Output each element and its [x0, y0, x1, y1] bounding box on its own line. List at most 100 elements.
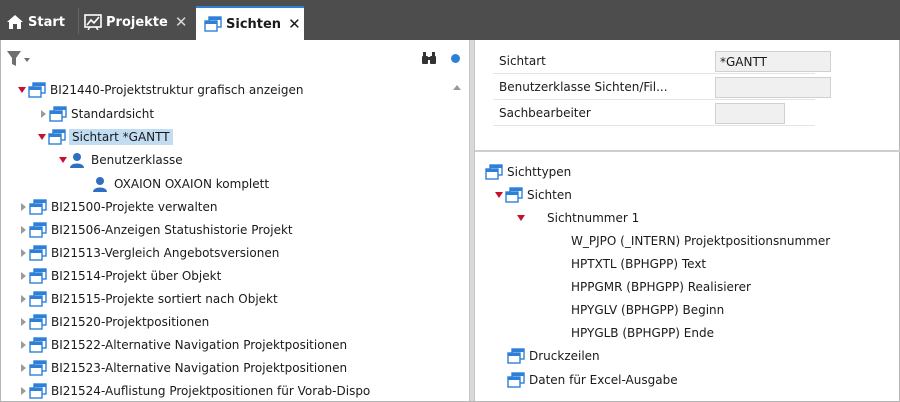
benutzerklasse-field[interactable] [715, 77, 831, 98]
tree-node-view[interactable]: BI21523-Alternative Navigation Projektpo… [20, 358, 347, 378]
user-icon [93, 177, 107, 192]
filter-icon[interactable] [6, 49, 32, 69]
tree-node-view[interactable]: BI21515-Projekte sortiert nach Objekt [20, 289, 278, 309]
expand-arrow-icon[interactable] [517, 215, 525, 221]
close-icon[interactable]: ✕ [175, 13, 188, 31]
property-row-benutzerklasse: Benutzerklasse Sichten/Fil... [493, 76, 831, 100]
close-icon[interactable]: ✕ [288, 15, 301, 33]
status-dot-icon[interactable] [451, 54, 460, 63]
view-icon [507, 348, 525, 364]
property-label: Benutzerklasse Sichten/Fil... [499, 80, 668, 94]
main-frame: BI21440-Projektstruktur grafisch anzeige… [0, 40, 900, 402]
collapse-arrow-icon[interactable] [21, 364, 26, 372]
struct-field-item[interactable]: W_PJPO (_INTERN) Projektpositionsnummer [571, 231, 830, 251]
collapse-arrow-icon[interactable] [21, 203, 26, 211]
view-icon [485, 164, 503, 180]
struct-node-label: Druckzeilen [529, 349, 600, 363]
tree-node-label: BI21515-Projekte sortiert nach Objekt [51, 292, 278, 306]
binoculars-icon[interactable] [421, 50, 437, 66]
view-icon [507, 372, 525, 388]
tree-node-view[interactable]: BI21520-Projektpositionen [20, 312, 209, 332]
tab-start-label: Start [28, 14, 65, 30]
collapse-arrow-icon[interactable] [21, 249, 26, 257]
tree-node-oxaion[interactable]: OXAION OXAION komplett [92, 174, 269, 194]
collapse-arrow-icon[interactable] [21, 295, 26, 303]
tree-node-view[interactable]: BI21524-Auflistung Projektpositionen für… [20, 381, 370, 400]
tree-node-view[interactable]: BI21514-Projekt über Objekt [20, 266, 221, 286]
scroll-up-arrow-icon[interactable] [453, 85, 461, 90]
tree-node-label-selected: Sichtart *GANTT [69, 129, 173, 145]
view-icon [505, 187, 523, 203]
tree-node-label: BI21513-Vergleich Angebotsversionen [51, 246, 280, 260]
tree-node-standardsicht[interactable]: Standardsicht [40, 104, 154, 124]
tab-sichten-label: Sichten [226, 16, 282, 32]
tree-node-label: Benutzerklasse [91, 153, 183, 167]
property-label: Sachbearbeiter [499, 106, 591, 120]
view-icon [49, 106, 67, 122]
expand-arrow-icon[interactable] [18, 87, 26, 93]
struct-field-label: HPPGMR (BPHGPP) Realisierer [571, 280, 751, 294]
tree-node-view[interactable]: BI21513-Vergleich Angebotsversionen [20, 243, 279, 263]
struct-node-label: Sichttypen [507, 165, 572, 179]
tree-node-view[interactable]: BI21522-Alternative Navigation Projektpo… [20, 335, 347, 355]
collapse-arrow-icon[interactable] [41, 110, 46, 118]
detail-pane: Sichtart *GANTT Benutzerklasse Sichten/F… [475, 40, 900, 401]
collapse-arrow-icon[interactable] [21, 387, 26, 395]
struct-field-label: HPTXTL (BPHGPP) Text [571, 257, 707, 271]
struct-node-label: Daten für Excel-Ausgabe [529, 373, 678, 387]
tree-node-benutzerklasse[interactable]: Benutzerklasse [59, 150, 183, 170]
collapse-arrow-icon[interactable] [21, 226, 26, 234]
user-icon [70, 153, 84, 168]
collapse-arrow-icon[interactable] [21, 318, 26, 326]
expand-arrow-icon[interactable] [495, 192, 503, 198]
sichtart-field[interactable]: *GANTT [715, 51, 831, 72]
tree-node-label: BI21524-Auflistung Projektpositionen für… [51, 384, 371, 398]
property-row-sichtart: Sichtart *GANTT [493, 50, 831, 74]
tab-start[interactable]: Start [6, 4, 65, 40]
tree-node-root[interactable]: BI21440-Projektstruktur grafisch anzeige… [18, 80, 304, 100]
struct-node-sichttypen[interactable]: Sichttypen [485, 162, 571, 182]
view-icon [29, 383, 47, 399]
tree-node-view[interactable]: BI21500-Projekte verwalten [20, 197, 218, 217]
home-icon [7, 15, 23, 29]
tree-node-label: BI21523-Alternative Navigation Projektpo… [51, 361, 348, 375]
tree-node-label: BI21520-Projektpositionen [51, 315, 210, 329]
view-icon [29, 222, 47, 238]
view-icon [29, 360, 47, 376]
tab-projekte-label: Projekte [106, 14, 168, 30]
sachbearbeiter-field[interactable] [715, 103, 785, 124]
struct-node-excel[interactable]: Daten für Excel-Ausgabe [507, 370, 678, 390]
tab-bar: Start Projekte ✕ Sichten ✕ [0, 0, 900, 40]
expand-arrow-icon[interactable] [59, 157, 67, 163]
struct-node-sichtnummer[interactable]: Sichtnummer 1 [517, 208, 639, 228]
struct-node-sichten[interactable]: Sichten [495, 185, 572, 205]
view-icon [29, 337, 47, 353]
tree-node-label: BI21500-Projekte verwalten [51, 200, 218, 214]
expand-arrow-icon[interactable] [38, 134, 46, 140]
window-icon [204, 16, 222, 32]
struct-field-label: HPYGLB (BPHGPP) Ende [571, 326, 714, 340]
tree-node-label: Standardsicht [71, 107, 155, 121]
struct-field-label: W_PJPO (_INTERN) Projektpositionsnummer [571, 234, 831, 248]
view-icon [29, 314, 47, 330]
collapse-arrow-icon[interactable] [21, 272, 26, 280]
struct-field-item[interactable]: HPYGLB (BPHGPP) Ende [571, 323, 714, 343]
view-tree-pane: BI21440-Projektstruktur grafisch anzeige… [2, 40, 469, 400]
tree-node-label: BI21506-Anzeigen Statushistorie Projekt [51, 223, 293, 237]
struct-field-item[interactable]: HPTXTL (BPHGPP) Text [571, 254, 706, 274]
tree-node-label: OXAION OXAION komplett [114, 177, 270, 191]
tab-projekte[interactable]: Projekte ✕ [84, 4, 187, 40]
tree-node-sichtart-gantt[interactable]: Sichtart *GANTT [38, 127, 173, 147]
property-row-sachbearbeiter: Sachbearbeiter [493, 102, 815, 126]
struct-field-item[interactable]: HPPGMR (BPHGPP) Realisierer [571, 277, 751, 297]
tab-separator [78, 8, 79, 34]
tree-node-view[interactable]: BI21506-Anzeigen Statushistorie Projekt [20, 220, 293, 240]
struct-field-item[interactable]: HPYGLV (BPHGPP) Beginn [571, 300, 724, 320]
tab-sichten[interactable]: Sichten ✕ [196, 6, 304, 40]
struct-field-label: HPYGLV (BPHGPP) Beginn [571, 303, 725, 317]
collapse-arrow-icon[interactable] [21, 341, 26, 349]
view-icon [48, 129, 66, 145]
view-icon [29, 245, 47, 261]
view-icon [29, 268, 47, 284]
struct-node-druckzeilen[interactable]: Druckzeilen [507, 346, 600, 366]
